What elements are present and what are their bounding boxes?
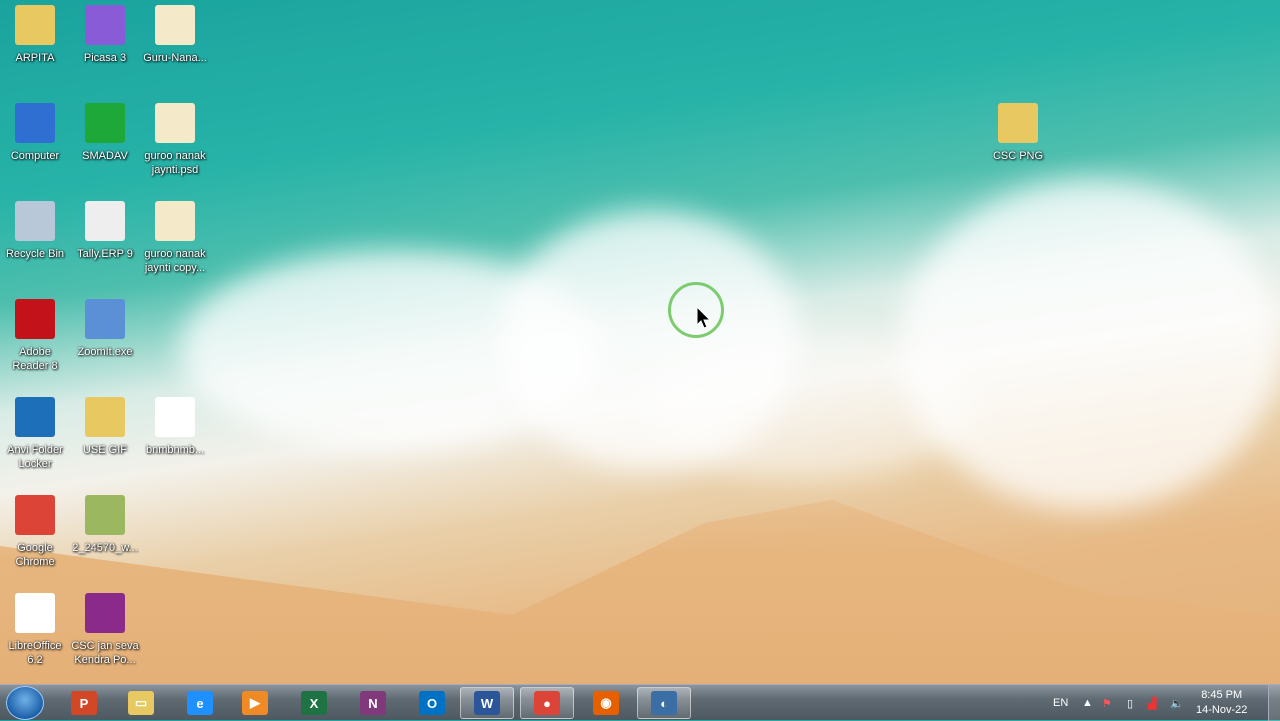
desktop-icon-13[interactable]: bnmbnmb... bbox=[140, 397, 210, 457]
image-file-icon bbox=[85, 495, 125, 535]
desktop-icon-label: Anvi Folder Locker bbox=[7, 444, 63, 470]
desktop-icon-label: Recycle Bin bbox=[5, 248, 65, 260]
image-file-icon bbox=[155, 201, 195, 241]
desktop-icon-label: bnmbnmb... bbox=[145, 444, 205, 456]
powerpoint-icon: P bbox=[71, 691, 97, 715]
desktop-icon-label: LibreOffice 6.2 bbox=[8, 640, 62, 666]
computer-icon bbox=[15, 103, 55, 143]
desktop-icon-label: Tally.ERP 9 bbox=[77, 248, 133, 260]
desktop-icon-0[interactable]: ARPITA bbox=[0, 5, 70, 65]
action-center-flag-icon[interactable]: ⚑ bbox=[1102, 685, 1112, 721]
recorder-icon: ◐ bbox=[651, 691, 677, 715]
desktop-icon-5[interactable]: guroo nanak jaynti.psd bbox=[140, 103, 210, 177]
folder-icon bbox=[998, 103, 1038, 143]
desktop-icon-14[interactable]: Google Chrome bbox=[0, 495, 70, 569]
desktop-icon-label: ZoomIt.exe bbox=[77, 346, 133, 358]
onenote-icon: N bbox=[360, 691, 386, 715]
clock-time: 8:45 PM bbox=[1201, 689, 1243, 701]
picasa-icon bbox=[85, 5, 125, 45]
clock-date: 14-Nov-22 bbox=[1196, 704, 1248, 716]
word-icon: W bbox=[474, 691, 500, 715]
desktop-icon-9[interactable]: Adobe Reader 8 bbox=[0, 299, 70, 373]
desktop-icon-2[interactable]: Guru-Nana... bbox=[140, 5, 210, 65]
battery-icon[interactable]: ▯ bbox=[1127, 685, 1133, 721]
chrome-icon: ● bbox=[534, 691, 560, 715]
mouse-cursor-icon bbox=[696, 306, 712, 329]
taskbar-chrome-button[interactable]: ● bbox=[520, 687, 574, 719]
network-icon[interactable]: ▟ bbox=[1148, 685, 1156, 721]
smadav-icon bbox=[85, 103, 125, 143]
desktop-icon-label: Google Chrome bbox=[15, 542, 55, 568]
zoomit-icon bbox=[85, 299, 125, 339]
excel-icon: X bbox=[301, 691, 327, 715]
adobe-reader-icon bbox=[15, 299, 55, 339]
psd-file-icon bbox=[155, 103, 195, 143]
desktop-icon-17[interactable]: CSC jan seva Kendra Po... bbox=[70, 593, 140, 667]
desktop-icon-label: 2_24570_w... bbox=[72, 542, 138, 554]
desktop-icon-18[interactable]: CSC PNG bbox=[983, 103, 1053, 163]
image-file-icon bbox=[155, 5, 195, 45]
language-indicator[interactable]: EN bbox=[1053, 685, 1068, 721]
volume-icon[interactable]: 🔈 bbox=[1170, 685, 1184, 721]
taskbar-media-player-button[interactable]: ▶ bbox=[228, 687, 282, 719]
taskbar-file-explorer-button[interactable]: ▭ bbox=[114, 687, 168, 719]
desktop-icon-4[interactable]: SMADAV bbox=[70, 103, 140, 163]
desktop-icon-3[interactable]: Computer bbox=[0, 103, 70, 163]
desktop-icon-15[interactable]: 2_24570_w... bbox=[70, 495, 140, 555]
taskbar-word-button[interactable]: W bbox=[460, 687, 514, 719]
desktop-icon-12[interactable]: USE GIF bbox=[70, 397, 140, 457]
desktop-icon-label: CSC PNG bbox=[992, 150, 1044, 162]
desktop-icon-11[interactable]: Anvi Folder Locker bbox=[0, 397, 70, 471]
image-file-icon bbox=[155, 397, 195, 437]
desktop-icon-label: USE GIF bbox=[82, 444, 127, 456]
taskbar-outlook-button[interactable]: O bbox=[405, 687, 459, 719]
chrome-icon bbox=[15, 495, 55, 535]
desktop-icon-label: Guru-Nana... bbox=[143, 52, 207, 64]
desktop-icon-label: guroo nanak jaynti.psd bbox=[144, 150, 206, 176]
folder-icon bbox=[85, 397, 125, 437]
desktop-icon-7[interactable]: Tally.ERP 9 bbox=[70, 201, 140, 261]
desktop-icon-label: CSC jan seva Kendra Po... bbox=[71, 640, 139, 666]
desktop-icon-6[interactable]: Recycle Bin bbox=[0, 201, 70, 261]
clock[interactable]: 8:45 PM 14-Nov-22 bbox=[1196, 685, 1247, 721]
start-button[interactable] bbox=[6, 686, 44, 720]
desktop-icon-label: Computer bbox=[10, 150, 60, 162]
taskbar: P ▭ e ▶ X N O W ● ◉ ◐ EN ▲ ⚑ ▯ ▟ 🔈 8:45 PM 14-Nov-… bbox=[0, 684, 1280, 721]
taskbar-onenote-button[interactable]: N bbox=[346, 687, 400, 719]
file-explorer-icon: ▭ bbox=[128, 691, 154, 715]
show-hidden-icons-button[interactable]: ▲ bbox=[1082, 685, 1093, 721]
recycle-bin-icon bbox=[15, 201, 55, 241]
libreoffice-icon bbox=[15, 593, 55, 633]
desktop-icon-16[interactable]: LibreOffice 6.2 bbox=[0, 593, 70, 667]
folder-locker-icon bbox=[15, 397, 55, 437]
firefox-icon: ◉ bbox=[593, 691, 619, 715]
taskbar-firefox-button[interactable]: ◉ bbox=[579, 687, 633, 719]
media-player-icon: ▶ bbox=[242, 691, 268, 715]
desktop-icon-1[interactable]: Picasa 3 bbox=[70, 5, 140, 65]
tally-icon bbox=[85, 201, 125, 241]
desktop-icon-label: guroo nanak jaynti copy... bbox=[144, 248, 206, 274]
user-folder-icon bbox=[15, 5, 55, 45]
desktop-icon-label: Picasa 3 bbox=[83, 52, 127, 64]
winrar-archive-icon bbox=[85, 593, 125, 633]
taskbar-excel-button[interactable]: X bbox=[287, 687, 341, 719]
desktop-icon-label: Adobe Reader 8 bbox=[12, 346, 58, 372]
desktop-icon-8[interactable]: guroo nanak jaynti copy... bbox=[140, 201, 210, 275]
outlook-icon: O bbox=[419, 691, 445, 715]
taskbar-powerpoint-button[interactable]: P bbox=[57, 687, 111, 719]
taskbar-internet-explorer-button[interactable]: e bbox=[173, 687, 227, 719]
taskbar-recorder-button[interactable]: ◐ bbox=[637, 687, 691, 719]
desktop-icon-label: SMADAV bbox=[82, 150, 128, 162]
desktop-icon-10[interactable]: ZoomIt.exe bbox=[70, 299, 140, 359]
desktop-icon-label: ARPITA bbox=[15, 52, 55, 64]
internet-explorer-icon: e bbox=[187, 691, 213, 715]
show-desktop-button[interactable] bbox=[1268, 685, 1280, 721]
